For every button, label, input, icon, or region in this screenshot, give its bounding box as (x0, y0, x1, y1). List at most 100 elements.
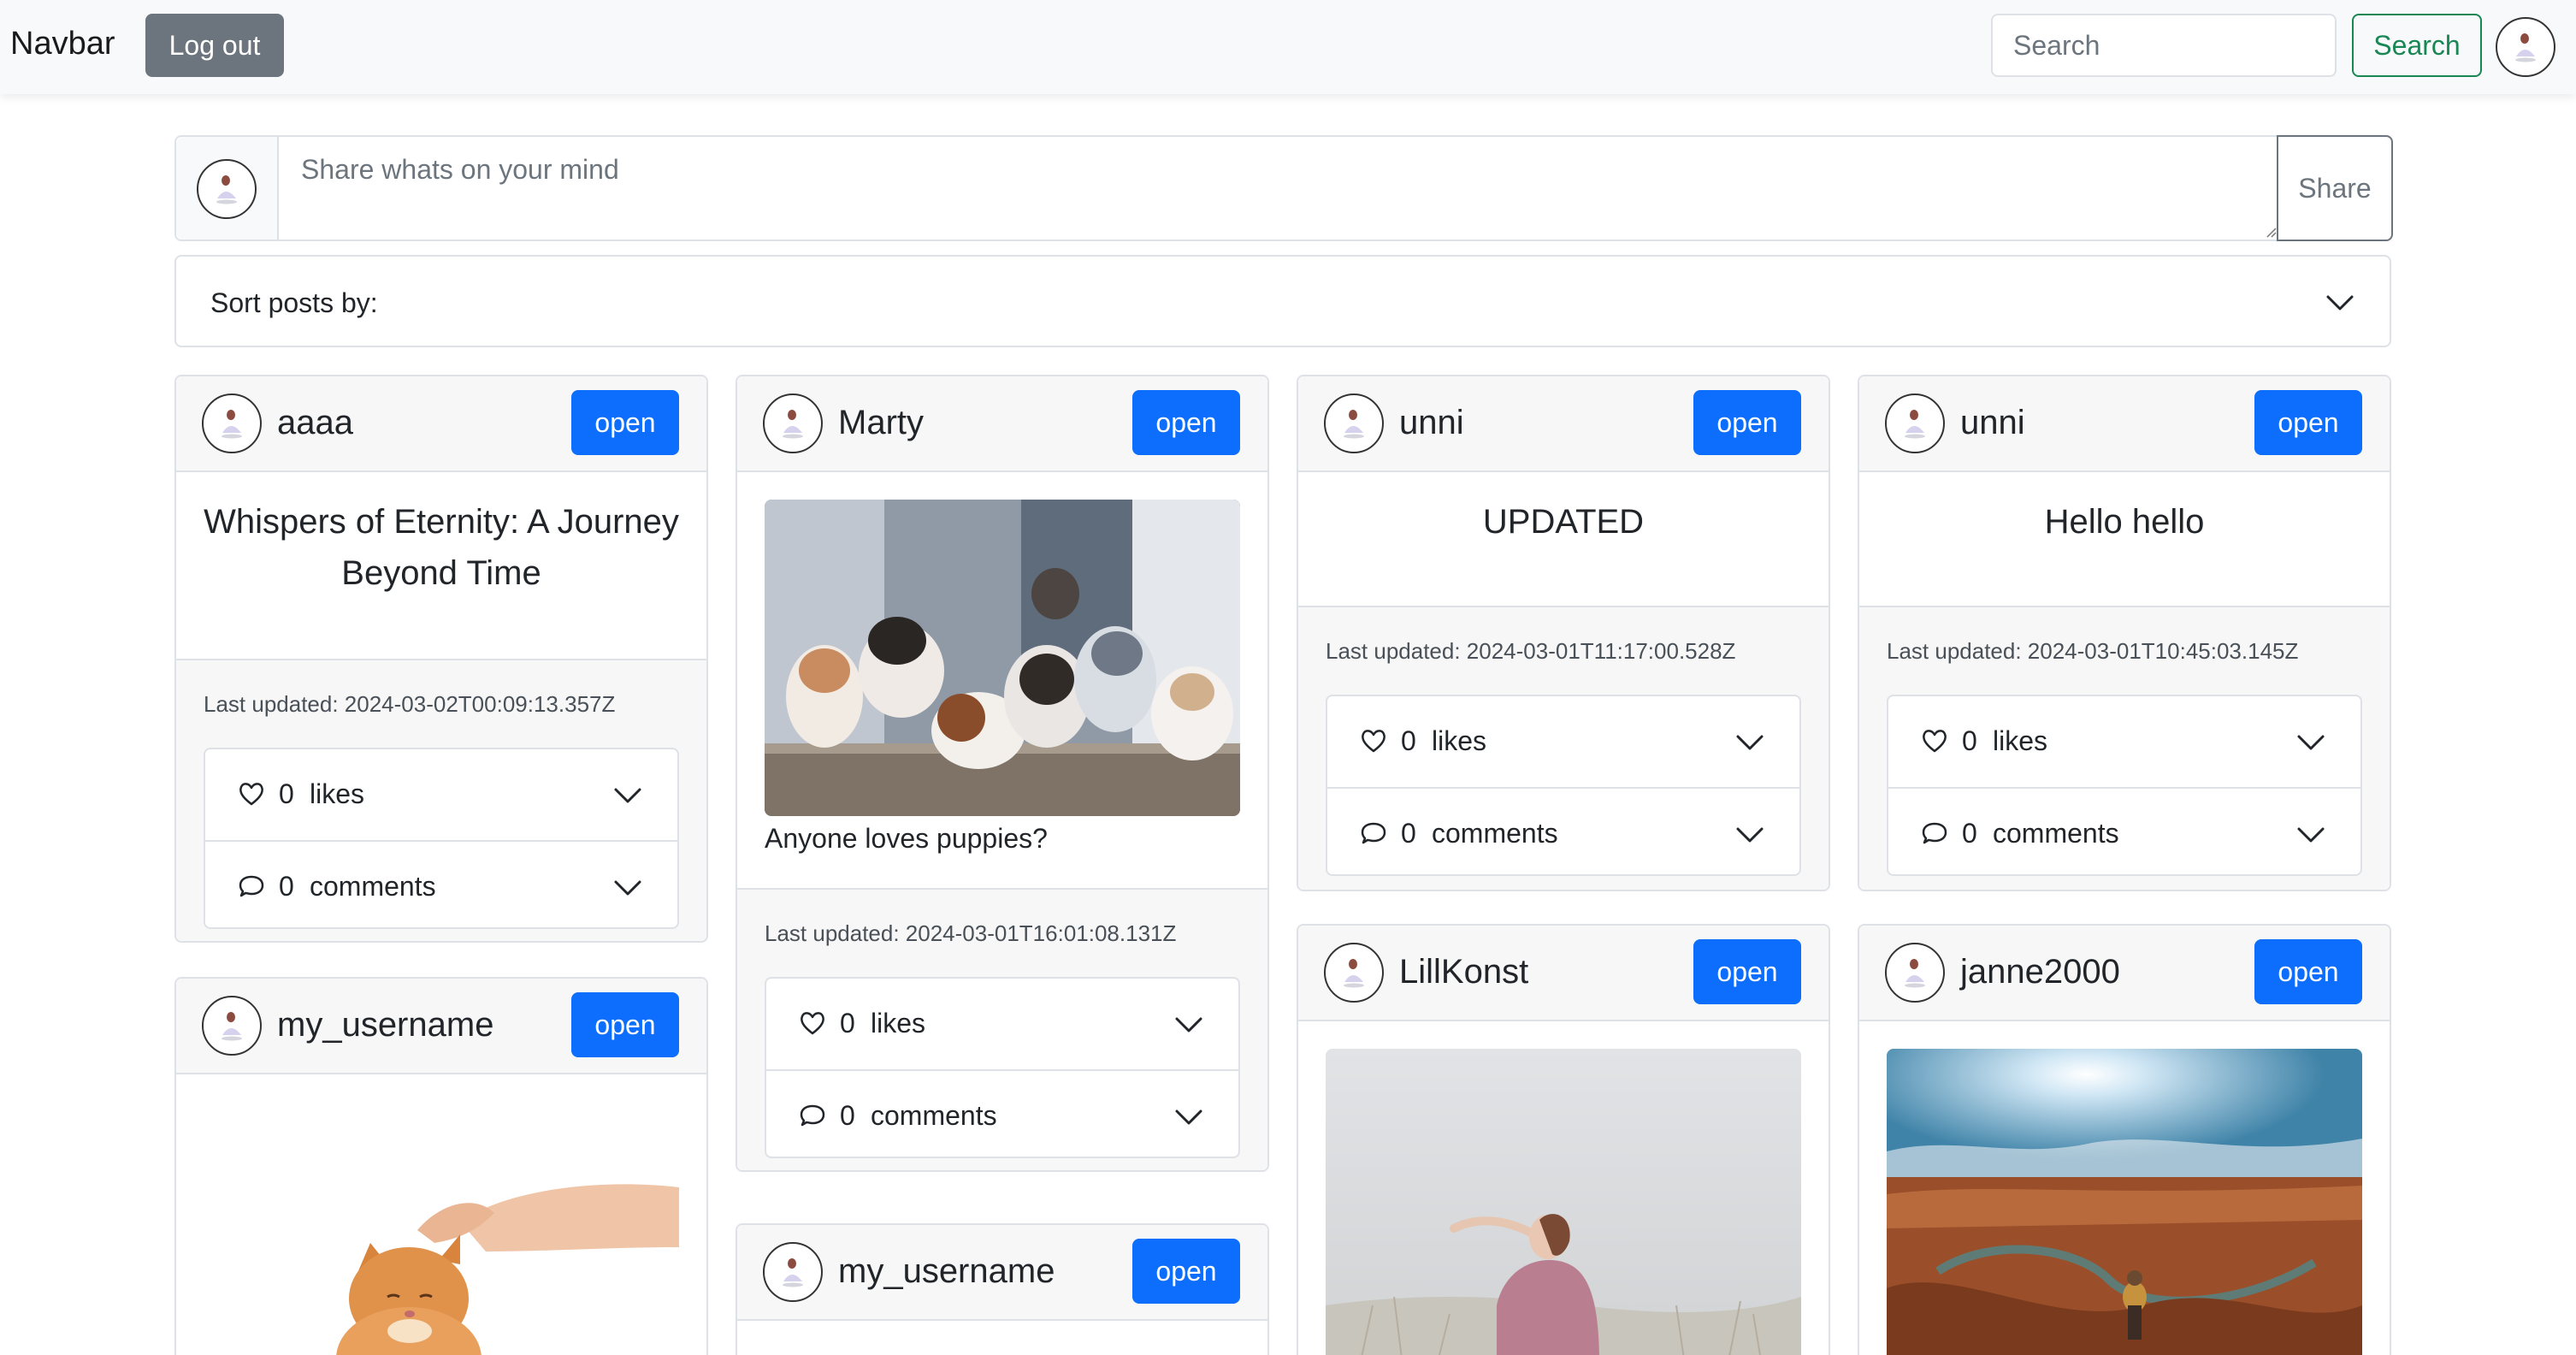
post-username: unni (1960, 404, 2025, 441)
open-post-button[interactable]: open (571, 992, 679, 1057)
chevron-down-icon (2295, 820, 2326, 850)
sort-dropdown[interactable]: Sort posts by: (174, 255, 2391, 347)
post-accordion: 0 likes 0 comments (1326, 695, 1801, 876)
likes-toggle[interactable]: 0 likes (1888, 696, 2360, 785)
search-input[interactable] (1991, 14, 2337, 77)
post-header: my_username open (737, 1225, 1267, 1321)
post-body: Whispers of Eternity: A Journey Beyond T… (176, 472, 706, 660)
user-avatar-icon (202, 393, 262, 453)
puppies-image (765, 500, 1240, 816)
chevron-down-icon (1734, 727, 1765, 758)
likes-label: likes (871, 1008, 926, 1038)
post-card: unni open Hello hello Last updated: 2024… (1858, 375, 2391, 891)
comments-toggle[interactable]: 0 comments (1327, 787, 1799, 876)
share-button[interactable]: Share (2277, 135, 2393, 241)
post-footer: Last updated: 2024-03-01T11:17:00.528Z 0… (1298, 607, 1829, 890)
heart-icon (1360, 727, 1387, 754)
user-avatar-icon (1885, 943, 1945, 1003)
comment-icon (1360, 820, 1387, 847)
post-card: janne2000 open (1858, 924, 2391, 1355)
user-avatar-icon (763, 1242, 823, 1302)
search-button[interactable]: Search (2352, 14, 2482, 77)
canyon-image (1887, 1049, 2362, 1355)
post-title: UPDATED (1482, 503, 1645, 541)
post-accordion: 0 likes 0 comments (1887, 695, 2362, 876)
resize-grip-icon[interactable] (2263, 224, 2277, 238)
chevron-down-icon (612, 873, 643, 903)
post-body: UPDATED (1298, 472, 1829, 607)
navbar-brand[interactable]: Navbar (10, 26, 115, 62)
open-post-button[interactable]: open (2254, 390, 2362, 455)
likes-count: 0 (1401, 725, 1416, 756)
user-avatar-icon (1885, 393, 1945, 453)
post-username: my_username (277, 1006, 494, 1044)
open-post-button[interactable]: open (1693, 939, 1801, 1004)
user-avatar-icon (1324, 393, 1384, 453)
post-footer: Last updated: 2024-03-01T16:01:08.131Z 0… (737, 890, 1267, 1170)
post-username: my_username (838, 1252, 1055, 1290)
woman-field-image (1326, 1049, 1801, 1355)
likes-toggle[interactable]: 0 likes (205, 749, 677, 838)
post-card: LillKonst open (1297, 924, 1830, 1355)
open-post-button[interactable]: open (2254, 939, 2362, 1004)
post-composer: Share (174, 135, 2393, 241)
post-title: Whispers of Eternity: A Journey Beyond T… (204, 503, 679, 592)
last-updated: Last updated: 2024-03-02T00:09:13.357Z (204, 691, 616, 717)
comment-icon (1921, 820, 1948, 847)
post-card: unni open UPDATED Last updated: 2024-03-… (1297, 375, 1830, 891)
post-title: Hello hello (2044, 503, 2205, 541)
comments-toggle[interactable]: 0 comments (1888, 787, 2360, 876)
chevron-down-icon (2325, 287, 2355, 318)
last-updated: Last updated: 2024-03-01T16:01:08.131Z (765, 920, 1177, 946)
likes-count: 0 (1962, 725, 1977, 756)
post-body (176, 1074, 706, 1355)
user-avatar-icon (1324, 943, 1384, 1003)
comments-count: 0 (279, 871, 294, 902)
post-header: aaaa open (176, 376, 706, 472)
post-header: unni open (1298, 376, 1829, 472)
post-accordion: 0 likes 0 comments (204, 748, 679, 929)
post-header: Marty open (737, 376, 1267, 472)
open-post-button[interactable]: open (1132, 1239, 1240, 1304)
likes-toggle[interactable]: 0 likes (1327, 696, 1799, 785)
chevron-down-icon (1734, 820, 1765, 850)
post-header: LillKonst open (1298, 926, 1829, 1021)
post-body (1859, 1021, 2390, 1355)
comments-label: comments (310, 871, 436, 902)
open-post-button[interactable]: open (571, 390, 679, 455)
open-post-button[interactable]: open (1693, 390, 1801, 455)
chevron-down-icon (2295, 727, 2326, 758)
likes-label: likes (1993, 725, 2048, 756)
composer-textarea[interactable] (281, 137, 2278, 240)
post-username: janne2000 (1960, 953, 2120, 991)
chevron-down-icon (612, 780, 643, 811)
comments-count: 0 (1401, 818, 1416, 849)
likes-toggle[interactable]: 0 likes (766, 979, 1238, 1068)
post-footer: Last updated: 2024-03-02T00:09:13.357Z 0… (176, 660, 706, 941)
heart-icon (1921, 727, 1948, 754)
composer-avatar-addon (176, 137, 279, 240)
post-card: aaaa open Whispers of Eternity: A Journe… (174, 375, 708, 943)
last-updated: Last updated: 2024-03-01T11:17:00.528Z (1326, 638, 1736, 664)
post-username: aaaa (277, 404, 353, 441)
last-updated: Last updated: 2024-03-01T10:45:03.145Z (1887, 638, 2299, 664)
post-header: my_username open (176, 979, 706, 1074)
cat-image (204, 1102, 679, 1355)
post-card: my_username open (736, 1223, 1269, 1355)
likes-label: likes (1432, 725, 1487, 756)
profile-avatar-icon[interactable] (2496, 17, 2555, 77)
user-avatar-icon (763, 393, 823, 453)
navbar: Navbar Log out Search (0, 0, 2576, 94)
comments-label: comments (871, 1100, 997, 1131)
post-caption: Anyone loves puppies? (765, 823, 1048, 854)
user-avatar-icon (202, 996, 262, 1056)
logout-button[interactable]: Log out (145, 14, 284, 77)
comment-icon (799, 1102, 826, 1129)
post-username: unni (1399, 404, 1464, 441)
open-post-button[interactable]: open (1132, 390, 1240, 455)
comments-label: comments (1993, 818, 2119, 849)
likes-count: 0 (840, 1008, 855, 1038)
comments-toggle[interactable]: 0 comments (205, 840, 677, 929)
comments-toggle[interactable]: 0 comments (766, 1069, 1238, 1158)
comments-label: comments (1432, 818, 1558, 849)
